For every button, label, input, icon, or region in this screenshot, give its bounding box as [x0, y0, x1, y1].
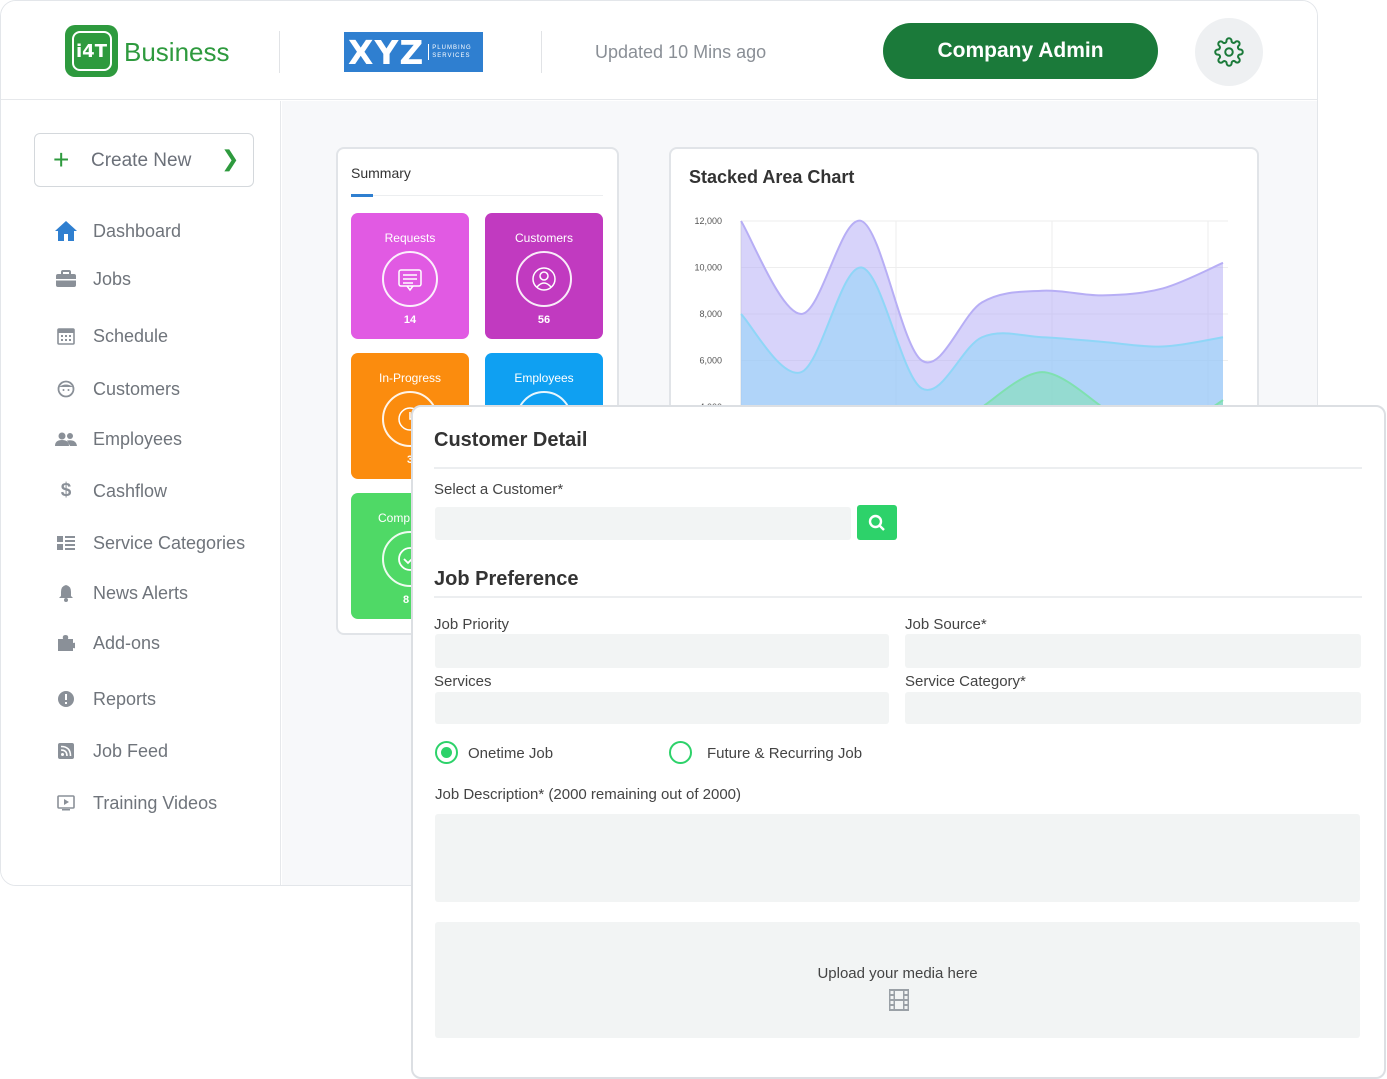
create-new-label: Create New [91, 150, 192, 171]
sidebar-item-label: Schedule [93, 325, 169, 346]
summary-title: Summary [351, 165, 411, 181]
top-bar: i4T Business XYZ PLUMBING SERVICES Updat… [1, 1, 1317, 100]
recurring-job-radio[interactable] [669, 741, 692, 764]
sidebar-item-news-alerts[interactable]: News Alerts [53, 578, 188, 608]
job-preference-title: Job Preference [434, 568, 579, 590]
list-icon [53, 532, 79, 554]
tab-indicator [351, 194, 373, 197]
job-description-label: Job Description* (2000 remaining out of … [435, 786, 742, 803]
services-select[interactable] [435, 692, 889, 724]
gear-icon [1214, 37, 1244, 67]
puzzle-icon [53, 632, 79, 654]
sidebar-item-training-videos[interactable]: Training Videos [53, 788, 217, 818]
sidebar-item-employees[interactable]: Employees [53, 424, 182, 454]
job-priority-select[interactable] [435, 634, 889, 668]
job-description-textarea[interactable] [435, 814, 1360, 902]
sidebar-item-label: Employees [93, 428, 183, 449]
sidebar-item-cashflow[interactable]: $ Cashflow [53, 476, 167, 506]
settings-button[interactable] [1195, 18, 1263, 86]
sidebar-item-dashboard[interactable]: Dashboard [53, 216, 181, 246]
sidebar-item-label: Customers [93, 378, 181, 399]
tile-requests[interactable]: Requests 14 [351, 213, 469, 339]
onetime-job-label: Onetime Job [468, 745, 554, 762]
play-icon [53, 792, 79, 814]
tile-label: Customers [514, 231, 573, 245]
user-icon [516, 251, 572, 307]
search-customer-button[interactable] [857, 505, 897, 540]
tile-label: In-Progress [378, 371, 442, 385]
sidebar-item-label: Reports [93, 688, 157, 709]
brand-logo[interactable]: i4T [65, 25, 118, 77]
tile-value: 56 [537, 314, 551, 326]
customer-detail-title: Customer Detail [434, 429, 588, 451]
brand-logo-text: i4T [71, 31, 112, 71]
divider [434, 596, 1362, 598]
sidebar-item-label: Service Categories [93, 532, 246, 553]
job-priority-label: Job Priority [434, 616, 510, 633]
smiley-icon [53, 378, 79, 400]
plus-icon: + [53, 144, 70, 175]
chat-icon [382, 251, 438, 307]
tile-value: 14 [403, 314, 417, 326]
company-logo: XYZ PLUMBING SERVICES [344, 32, 483, 72]
sidebar-item-label: Cashflow [93, 480, 168, 501]
company-logo-sub: PLUMBING SERVICES [428, 44, 483, 60]
sidebar: + Create New ❯ Dashboard Jobs Schedule C… [1, 101, 281, 885]
sidebar-item-job-feed[interactable]: Job Feed [53, 736, 168, 766]
chevron-right-icon: ❯ [221, 146, 240, 171]
sidebar-item-label: Training Videos [93, 792, 218, 813]
sidebar-item-label: Add-ons [93, 632, 161, 653]
bell-icon [53, 582, 79, 604]
y-tick-label: 6,000 [699, 356, 722, 366]
sidebar-item-customers[interactable]: Customers [53, 374, 180, 404]
onetime-job-radio[interactable] [435, 741, 458, 764]
sidebar-item-service-categories[interactable]: Service Categories [53, 528, 245, 558]
people-icon [53, 428, 79, 450]
rss-icon [53, 740, 79, 762]
sidebar-item-label: Jobs [93, 268, 132, 289]
divider [351, 195, 603, 196]
sidebar-item-label: News Alerts [93, 582, 189, 603]
sidebar-item-add-ons[interactable]: Add-ons [53, 628, 160, 658]
service-category-select[interactable] [905, 692, 1361, 724]
job-source-select[interactable] [905, 634, 1361, 668]
sidebar-item-jobs[interactable]: Jobs [53, 264, 131, 294]
dollar-icon: $ [60, 480, 72, 501]
sidebar-item-reports[interactable]: Reports [53, 684, 156, 714]
job-source-label: Job Source* [905, 616, 987, 633]
services-label: Services [434, 673, 492, 690]
film-icon [889, 989, 909, 1011]
create-new-button[interactable]: + Create New ❯ [34, 133, 254, 187]
sidebar-item-label: Job Feed [93, 740, 169, 761]
y-tick-label: 12,000 [694, 216, 722, 226]
media-upload-area[interactable]: Upload your media here [435, 922, 1360, 1038]
sidebar-item-schedule[interactable]: Schedule [53, 321, 168, 351]
search-icon [868, 514, 885, 531]
briefcase-icon [53, 268, 79, 290]
upload-label: Upload your media here [817, 965, 978, 982]
tile-customers[interactable]: Customers 56 [485, 213, 603, 339]
home-icon [53, 220, 79, 242]
company-admin-button[interactable]: Company Admin [883, 23, 1158, 79]
service-category-label: Service Category* [905, 673, 1026, 690]
sidebar-item-label: Dashboard [93, 220, 182, 241]
divider [434, 467, 1362, 469]
divider [279, 31, 280, 73]
brand-name: Business [124, 37, 230, 67]
updated-status: Updated 10 Mins ago [595, 42, 767, 62]
customer-select-input[interactable] [435, 507, 851, 540]
alert-icon [53, 688, 79, 710]
tile-label: Employees [514, 371, 574, 385]
customer-detail-panel: Customer Detail Select a Customer* Job P… [411, 405, 1386, 1079]
recurring-job-label: Future & Recurring Job [707, 745, 863, 762]
divider [541, 31, 542, 73]
company-logo-main: XYZ [348, 32, 425, 72]
tile-label: Requests [384, 231, 436, 245]
y-tick-label: 10,000 [694, 263, 722, 273]
calendar-icon [53, 325, 79, 347]
select-customer-label: Select a Customer* [434, 481, 564, 498]
y-tick-label: 8,000 [699, 309, 722, 319]
